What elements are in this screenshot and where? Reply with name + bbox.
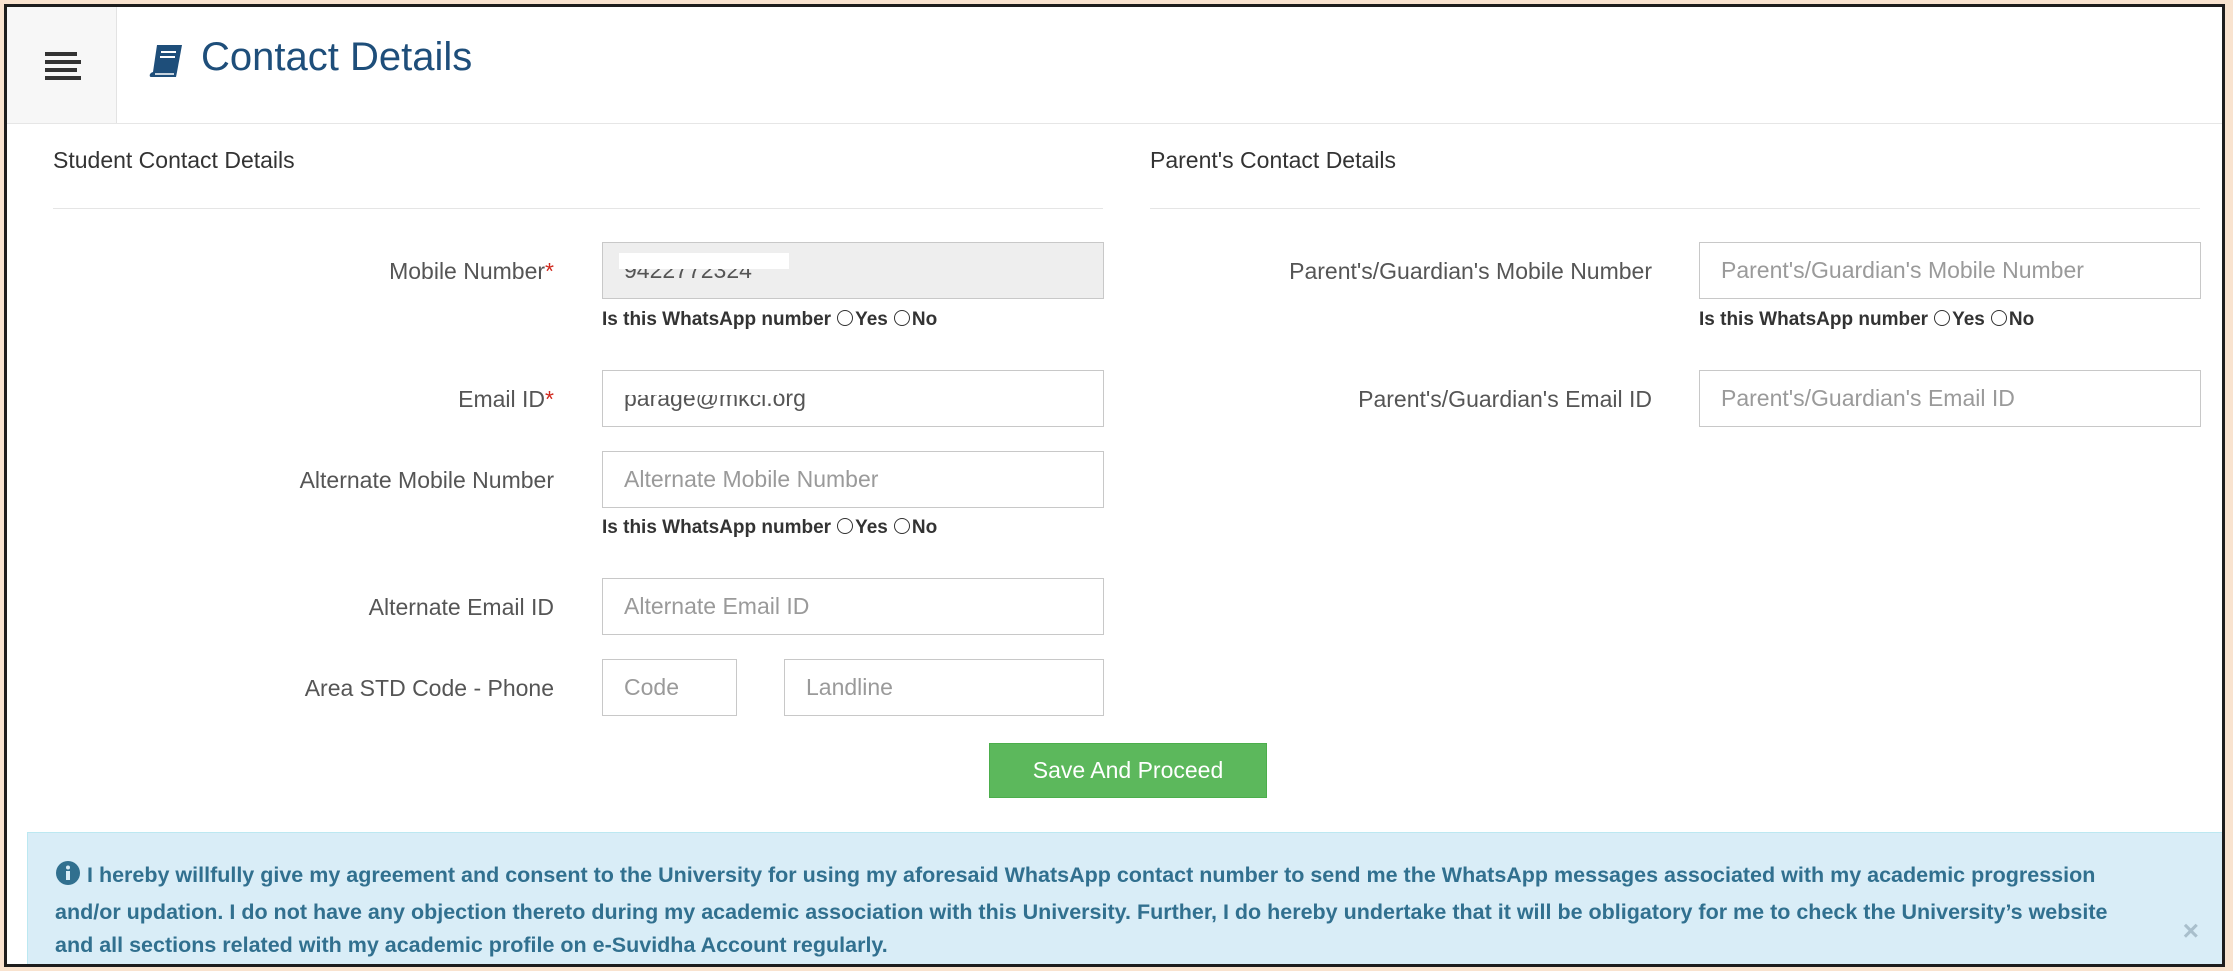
student-section-title: Student Contact Details <box>53 147 295 173</box>
menu-toggle-button[interactable] <box>7 7 117 123</box>
whatsapp-question-parent: Is this WhatsApp number Yes No <box>1699 309 2035 330</box>
redaction-mask <box>619 253 789 269</box>
std-phone-label: Area STD Code - Phone <box>304 675 554 701</box>
parent-section-divider <box>1150 208 2200 209</box>
whatsapp-question-alternate: Is this WhatsApp number Yes No <box>602 517 938 538</box>
mobile-number-label: Mobile Number* <box>389 258 554 284</box>
whatsapp-yes-radio[interactable] <box>837 310 854 326</box>
info-circle-icon <box>55 860 81 896</box>
student-section-divider <box>53 208 1103 209</box>
std-code-input[interactable] <box>602 659 737 716</box>
book-icon <box>147 41 187 81</box>
save-and-proceed-button[interactable]: Save And Proceed <box>989 743 1267 798</box>
parent-section-title: Parent's Contact Details <box>1150 147 1397 173</box>
whatsapp-yes-radio[interactable] <box>837 518 854 534</box>
parent-email-label: Parent's/Guardian's Email ID <box>1358 386 1652 412</box>
alternate-mobile-input[interactable] <box>602 451 1104 508</box>
alternate-mobile-label: Alternate Mobile Number <box>299 467 554 493</box>
close-icon[interactable]: × <box>2183 915 2199 947</box>
redaction-mask <box>619 383 779 395</box>
mobile-number-input[interactable] <box>602 242 1104 299</box>
parent-mobile-label: Parent's/Guardian's Mobile Number <box>1289 258 1652 284</box>
top-bar: Contact Details <box>7 7 2222 124</box>
parent-mobile-input[interactable] <box>1699 242 2201 299</box>
whatsapp-no-radio[interactable] <box>893 518 910 534</box>
whatsapp-yes-radio[interactable] <box>1934 310 1951 326</box>
landline-input[interactable] <box>784 659 1104 716</box>
parent-email-input[interactable] <box>1699 370 2201 427</box>
alternate-email-input[interactable] <box>602 578 1104 635</box>
alternate-email-label: Alternate Email ID <box>368 594 554 620</box>
app-frame: Contact Details Student Contact Details … <box>4 4 2225 967</box>
consent-alert: I hereby willfully give my agreement and… <box>27 832 2222 964</box>
page-title: Contact Details <box>201 35 473 79</box>
whatsapp-question-mobile: Is this WhatsApp number Yes No <box>602 309 938 330</box>
email-id-label: Email ID* <box>458 386 554 412</box>
whatsapp-no-radio[interactable] <box>893 310 910 326</box>
whatsapp-no-radio[interactable] <box>1990 310 2007 326</box>
consent-text: I hereby willfully give my agreement and… <box>55 859 2135 962</box>
email-id-input[interactable] <box>602 370 1104 427</box>
